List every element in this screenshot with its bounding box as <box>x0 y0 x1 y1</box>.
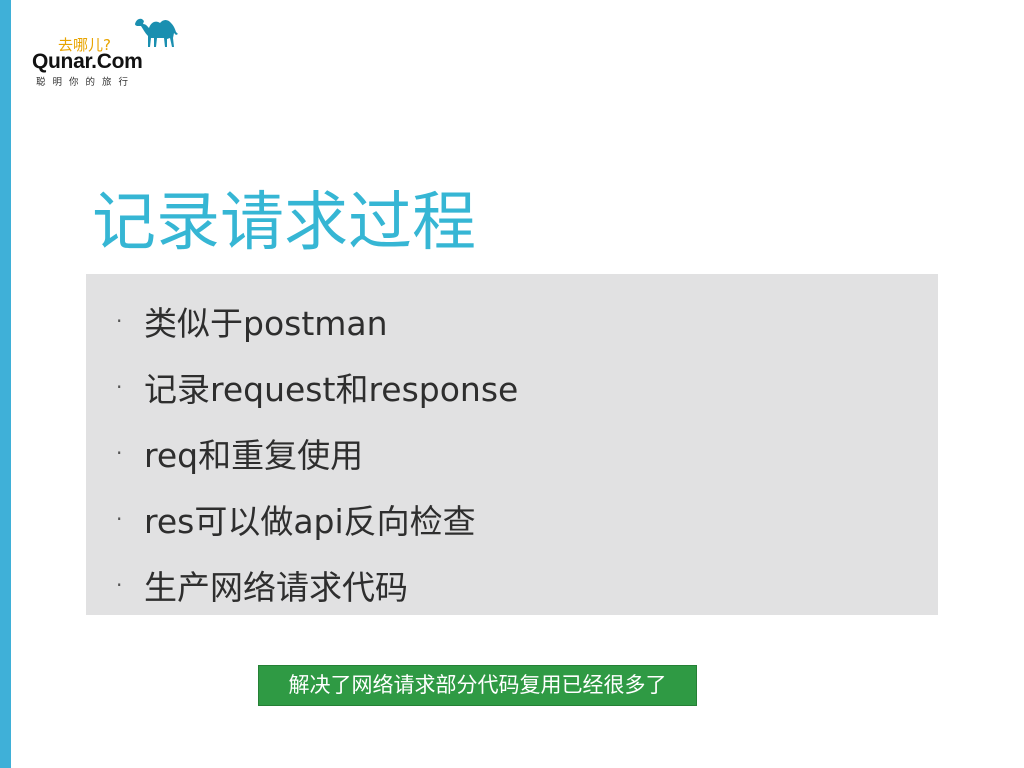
left-accent-bar <box>0 0 11 768</box>
bullet-item: · 类似于postman <box>116 288 518 354</box>
bullet-dot-icon: · <box>116 507 123 531</box>
camel-icon <box>135 18 178 47</box>
bullet-text: 类似于postman <box>144 304 388 343</box>
bullet-dot-icon: · <box>116 309 123 333</box>
slide-title: 记录请求过程 <box>92 186 476 260</box>
qunar-logo: 去哪儿? Qunar.Com 聪明你的旅行 <box>32 14 192 88</box>
bullet-text: req和重复使用 <box>144 436 364 475</box>
summary-note: 解决了网络请求部分代码复用已经很多了 <box>258 665 697 706</box>
bullet-dot-icon: · <box>116 441 123 465</box>
content-box: · 类似于postman · 记录request和response · req和重复使… <box>86 274 938 615</box>
bullet-text: res可以做api反向检查 <box>144 502 476 541</box>
bullet-text: 记录request和response <box>144 370 519 409</box>
bullet-text: 生产网络请求代码 <box>144 568 408 607</box>
logo-slogan: 聪明你的旅行 <box>36 77 136 88</box>
bullet-item: · req和重复使用 <box>116 420 518 486</box>
logo-brand: Qunar.Com <box>32 50 143 73</box>
bullet-item: · 记录request和response <box>116 354 518 420</box>
bullet-dot-icon: · <box>116 573 123 597</box>
bullet-dot-icon: · <box>116 375 123 399</box>
bullet-list: · 类似于postman · 记录request和response · req和重复使… <box>116 288 518 618</box>
bullet-item: · res可以做api反向检查 <box>116 486 518 552</box>
bullet-item: · 生产网络请求代码 <box>116 552 518 618</box>
